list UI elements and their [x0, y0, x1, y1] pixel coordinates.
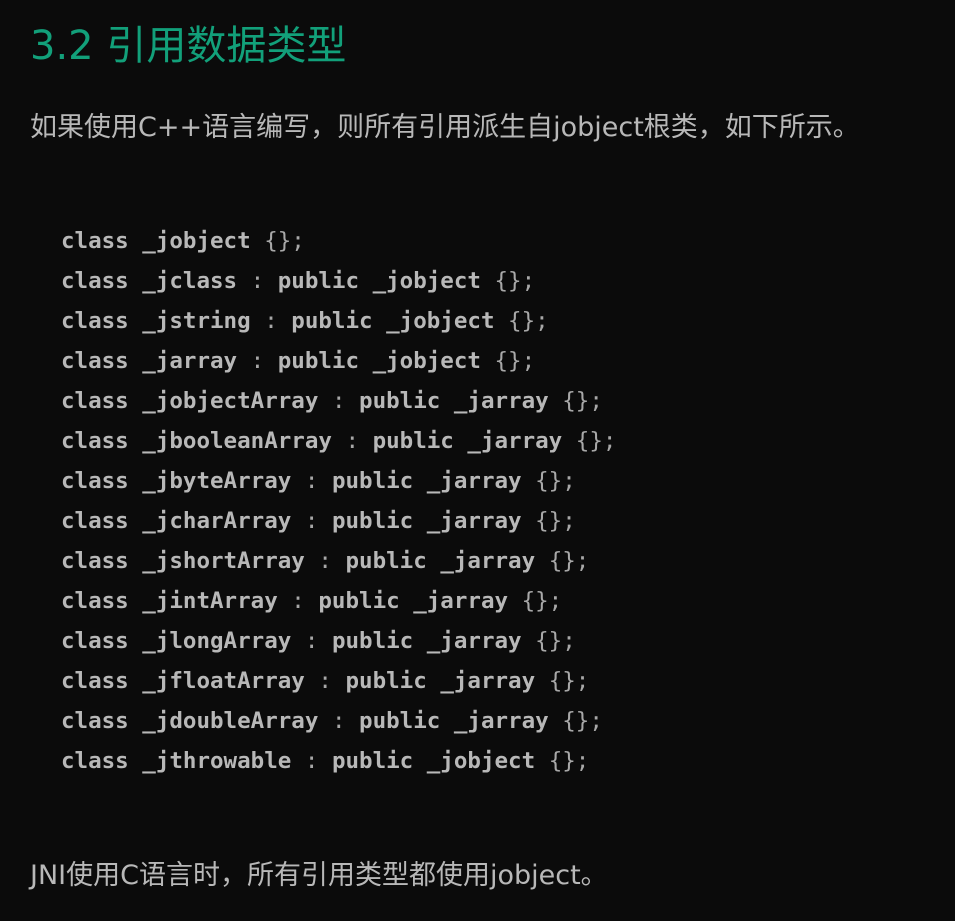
code-body: {};: [575, 428, 617, 454]
code-line: class _jobjectArray : public _jarray {};: [61, 381, 616, 421]
code-class-name: _jbyteArray: [142, 468, 292, 494]
code-parent-name: _jobject: [426, 748, 536, 774]
code-keyword: class: [61, 268, 129, 294]
code-colon: :: [264, 308, 278, 334]
code-keyword: class: [61, 348, 129, 374]
code-block: class _jobject {}; class _jclass : public…: [61, 221, 616, 781]
code-class-name: _jlongArray: [142, 628, 292, 654]
code-keyword-public: public: [359, 388, 441, 414]
code-line: class _jobject {};: [61, 221, 616, 261]
code-keyword-public: public: [277, 348, 360, 374]
code-body: {};: [535, 628, 576, 654]
code-keyword: class: [61, 668, 129, 694]
code-line: class _jfloatArray : public _jarray {};: [61, 661, 616, 701]
code-line: class _jintArray : public _jarray {};: [61, 581, 616, 621]
code-keyword-public: public: [331, 508, 414, 534]
code-class-name: _jclass: [142, 268, 238, 294]
code-colon: :: [331, 388, 346, 414]
code-body: {};: [494, 348, 536, 374]
code-parent-name: _jarray: [426, 628, 522, 654]
code-body: {};: [535, 468, 576, 494]
code-parent-name: _jarray: [426, 508, 522, 534]
code-colon: :: [304, 508, 319, 534]
code-class-name: _jobjectArray: [142, 388, 319, 414]
code-keyword-public: public: [372, 428, 454, 454]
code-class-name: _jshortArray: [142, 548, 305, 574]
code-line: class _jcharArray : public _jarray {};: [61, 501, 616, 541]
code-parent-name: _jobject: [372, 268, 481, 294]
code-body: {};: [548, 548, 590, 574]
code-class-name: _jbooleanArray: [142, 428, 332, 454]
code-keyword: class: [61, 388, 129, 414]
code-body: {};: [521, 588, 563, 614]
code-line: class _jshortArray : public _jarray {};: [61, 541, 616, 581]
code-body: {};: [548, 668, 590, 694]
code-keyword-public: public: [331, 468, 414, 494]
code-colon: :: [304, 468, 319, 494]
code-body: {};: [264, 228, 305, 254]
code-class-name: _jcharArray: [142, 508, 292, 534]
code-line: class _jbooleanArray : public _jarray {}…: [61, 421, 616, 461]
code-line: class _jlongArray : public _jarray {};: [61, 621, 616, 661]
code-line: class _jclass : public _jobject {};: [61, 261, 616, 301]
code-class-name: _jarray: [142, 348, 238, 374]
code-keyword: class: [61, 428, 129, 454]
code-keyword: class: [61, 468, 129, 494]
code-colon: :: [250, 348, 265, 374]
code-body: {};: [562, 708, 603, 734]
code-colon: :: [318, 668, 332, 694]
code-body: {};: [535, 508, 576, 534]
code-colon: :: [304, 748, 319, 774]
code-parent-name: _jobject: [386, 308, 495, 334]
code-line: class _jdoubleArray : public _jarray {};: [61, 701, 616, 741]
intro-paragraph: 如果使用C++语言编写，则所有引用派生自jobject根类，如下所示。: [30, 112, 860, 143]
code-keyword-public: public: [291, 308, 373, 334]
code-body: {};: [508, 308, 549, 334]
code-keyword-public: public: [277, 268, 360, 294]
code-parent-name: _jarray: [467, 428, 563, 454]
code-line: class _jarray : public _jobject {};: [61, 341, 616, 381]
code-class-name: _jobject: [142, 228, 251, 254]
code-colon: :: [331, 708, 346, 734]
code-keyword-public: public: [331, 628, 414, 654]
code-parent-name: _jarray: [440, 548, 536, 574]
code-keyword-public: public: [318, 588, 400, 614]
code-colon: :: [304, 628, 319, 654]
code-keyword: class: [61, 548, 129, 574]
code-keyword: class: [61, 588, 129, 614]
code-keyword-public: public: [359, 708, 441, 734]
code-parent-name: _jobject: [372, 348, 481, 374]
code-class-name: _jstring: [142, 308, 251, 334]
code-colon: :: [250, 268, 265, 294]
code-keyword: class: [61, 508, 129, 534]
code-colon: :: [291, 588, 305, 614]
code-parent-name: _jarray: [413, 588, 509, 614]
code-keyword: class: [61, 308, 129, 334]
code-body: {};: [494, 268, 536, 294]
code-class-name: _jdoubleArray: [142, 708, 319, 734]
code-line: class _jbyteArray : public _jarray {};: [61, 461, 616, 501]
code-keyword-public: public: [345, 548, 427, 574]
code-parent-name: _jarray: [453, 388, 549, 414]
code-class-name: _jintArray: [142, 588, 278, 614]
outro-paragraph: JNI使用C语言时，所有引用类型都使用jobject。: [30, 860, 608, 891]
code-keyword: class: [61, 748, 129, 774]
code-body: {};: [548, 748, 590, 774]
section-heading: 3.2 引用数据类型: [30, 23, 347, 69]
code-colon: :: [318, 548, 332, 574]
code-class-name: _jthrowable: [142, 748, 292, 774]
code-parent-name: _jarray: [440, 668, 536, 694]
code-class-name: _jfloatArray: [142, 668, 305, 694]
code-body: {};: [562, 388, 603, 414]
code-parent-name: _jarray: [426, 468, 522, 494]
code-keyword: class: [61, 708, 129, 734]
code-keyword-public: public: [331, 748, 414, 774]
code-parent-name: _jarray: [453, 708, 549, 734]
code-keyword: class: [61, 628, 129, 654]
code-keyword: class: [61, 228, 129, 254]
code-line: class _jthrowable : public _jobject {};: [61, 741, 616, 781]
code-keyword-public: public: [345, 668, 427, 694]
code-line: class _jstring : public _jobject {};: [61, 301, 616, 341]
code-colon: :: [345, 428, 360, 454]
